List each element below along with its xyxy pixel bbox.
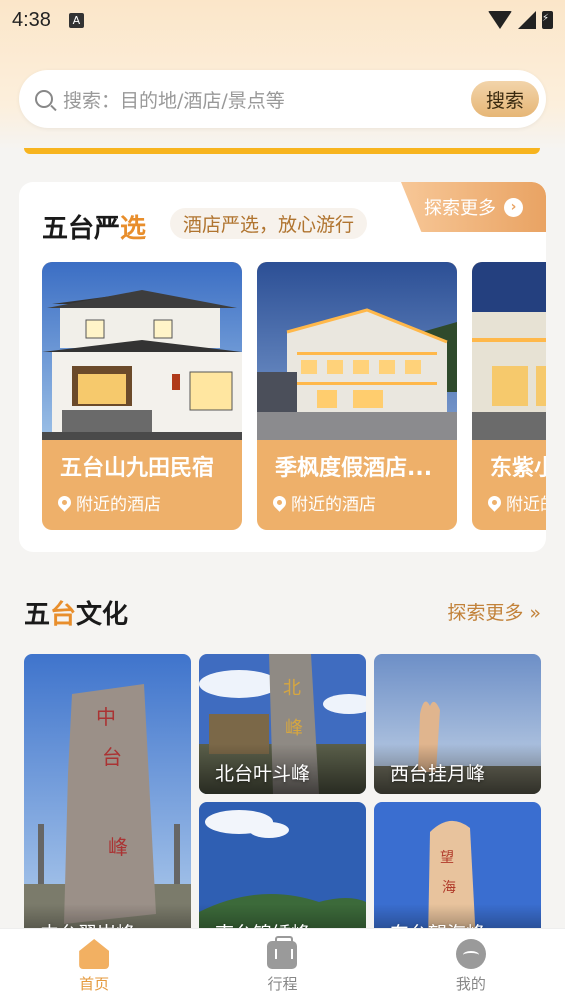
- svg-text:中: 中: [96, 705, 116, 729]
- nav-me-label: 我的: [455, 975, 486, 993]
- nav-home[interactable]: 首页: [0, 929, 188, 1004]
- svg-text:峰: 峰: [108, 835, 128, 859]
- hotel-location: 附近的酒店: [270, 490, 376, 515]
- culture-title: 五台文化: [24, 594, 128, 631]
- hotel-card[interactable]: 东紫小 附近的: [472, 262, 546, 530]
- signal-icon: [518, 11, 536, 29]
- selection-title-accent: 选: [120, 214, 147, 244]
- status-icons: [488, 11, 553, 29]
- nav-me[interactable]: 我的: [377, 929, 565, 1004]
- hotel-photo: [257, 262, 457, 440]
- culture-explore-more-link[interactable]: 探索更多 »: [447, 598, 541, 625]
- search-input[interactable]: 搜索：目的地/酒店/景点等: [63, 86, 471, 113]
- culture-tile[interactable]: 西台挂月峰: [374, 654, 541, 794]
- culture-title-part1: 五: [24, 600, 51, 630]
- me-icon: [455, 939, 486, 969]
- svg-text:北: 北: [283, 678, 301, 699]
- selection-explore-more-button[interactable]: 探索更多 ›: [401, 182, 546, 232]
- hotel-photo: [42, 262, 242, 440]
- hotel-location: 附近的: [485, 490, 546, 515]
- hotel-location-label: 附近的酒店: [76, 495, 161, 515]
- nav-home-label: 首页: [79, 975, 110, 993]
- search-button[interactable]: 搜索: [471, 81, 539, 117]
- selection-subtitle: 酒店严选，放心游行: [170, 208, 368, 239]
- culture-title-accent: 台: [50, 600, 77, 630]
- search-icon: [35, 90, 53, 108]
- nav-trips-label: 行程: [267, 975, 298, 993]
- status-bar: 4:38 A: [0, 0, 565, 40]
- tile-label: 西台挂月峰: [390, 763, 486, 785]
- culture-tile[interactable]: 北 峰 北台叶斗峰: [199, 654, 366, 794]
- selection-title: 五台严选: [42, 208, 146, 245]
- svg-text:台: 台: [102, 745, 122, 769]
- hotel-photo: [472, 262, 546, 440]
- tile-label: 北台叶斗峰: [215, 763, 311, 785]
- trip-icon: [267, 936, 298, 969]
- nav-trips[interactable]: 行程: [188, 929, 376, 1004]
- selection-title-main: 五台严: [42, 214, 121, 244]
- hotel-name: 五台山九田民宿: [60, 456, 215, 481]
- svg-text:海: 海: [442, 880, 456, 896]
- culture-title-part2: 文化: [76, 600, 129, 630]
- bottom-nav: 首页 行程 我的: [0, 928, 565, 1004]
- hotel-card[interactable]: 季枫度假酒店... 附近的酒店: [257, 262, 457, 530]
- culture-tile[interactable]: 中 台 峰 中台翠岩峰: [24, 654, 191, 954]
- hotel-name: 季枫度假酒店...: [275, 456, 433, 481]
- explore-more-label: 探索更多: [424, 198, 496, 219]
- battery-icon: [542, 11, 553, 29]
- svg-text:峰: 峰: [285, 718, 303, 739]
- highlight-strip: [24, 148, 540, 154]
- wifi-icon: [488, 11, 512, 29]
- location-pin-icon: [55, 493, 74, 512]
- svg-text:望: 望: [440, 850, 454, 866]
- search-bar[interactable]: 搜索：目的地/酒店/景点等 搜索: [19, 70, 546, 128]
- hotel-card[interactable]: 五台山九田民宿 附近的酒店: [42, 262, 242, 530]
- hotel-name: 东紫小: [490, 456, 546, 481]
- location-pin-icon: [485, 493, 504, 512]
- location-pin-icon: [270, 493, 289, 512]
- status-time: 4:38: [12, 8, 51, 31]
- hotel-location-label: 附近的: [506, 495, 546, 515]
- selection-card: 五台严选 酒店严选，放心游行 探索更多 › 五台山九田民宿 附近的酒店 季枫度假…: [19, 182, 546, 552]
- hotel-location: 附近的酒店: [55, 490, 161, 515]
- hotel-location-label: 附近的酒店: [291, 495, 376, 515]
- home-icon: [79, 939, 110, 969]
- notification-a-icon: A: [68, 12, 84, 28]
- hotel-carousel[interactable]: 五台山九田民宿 附近的酒店 季枫度假酒店... 附近的酒店 东紫 附近: [42, 262, 546, 532]
- arrow-right-icon: ›: [504, 197, 523, 217]
